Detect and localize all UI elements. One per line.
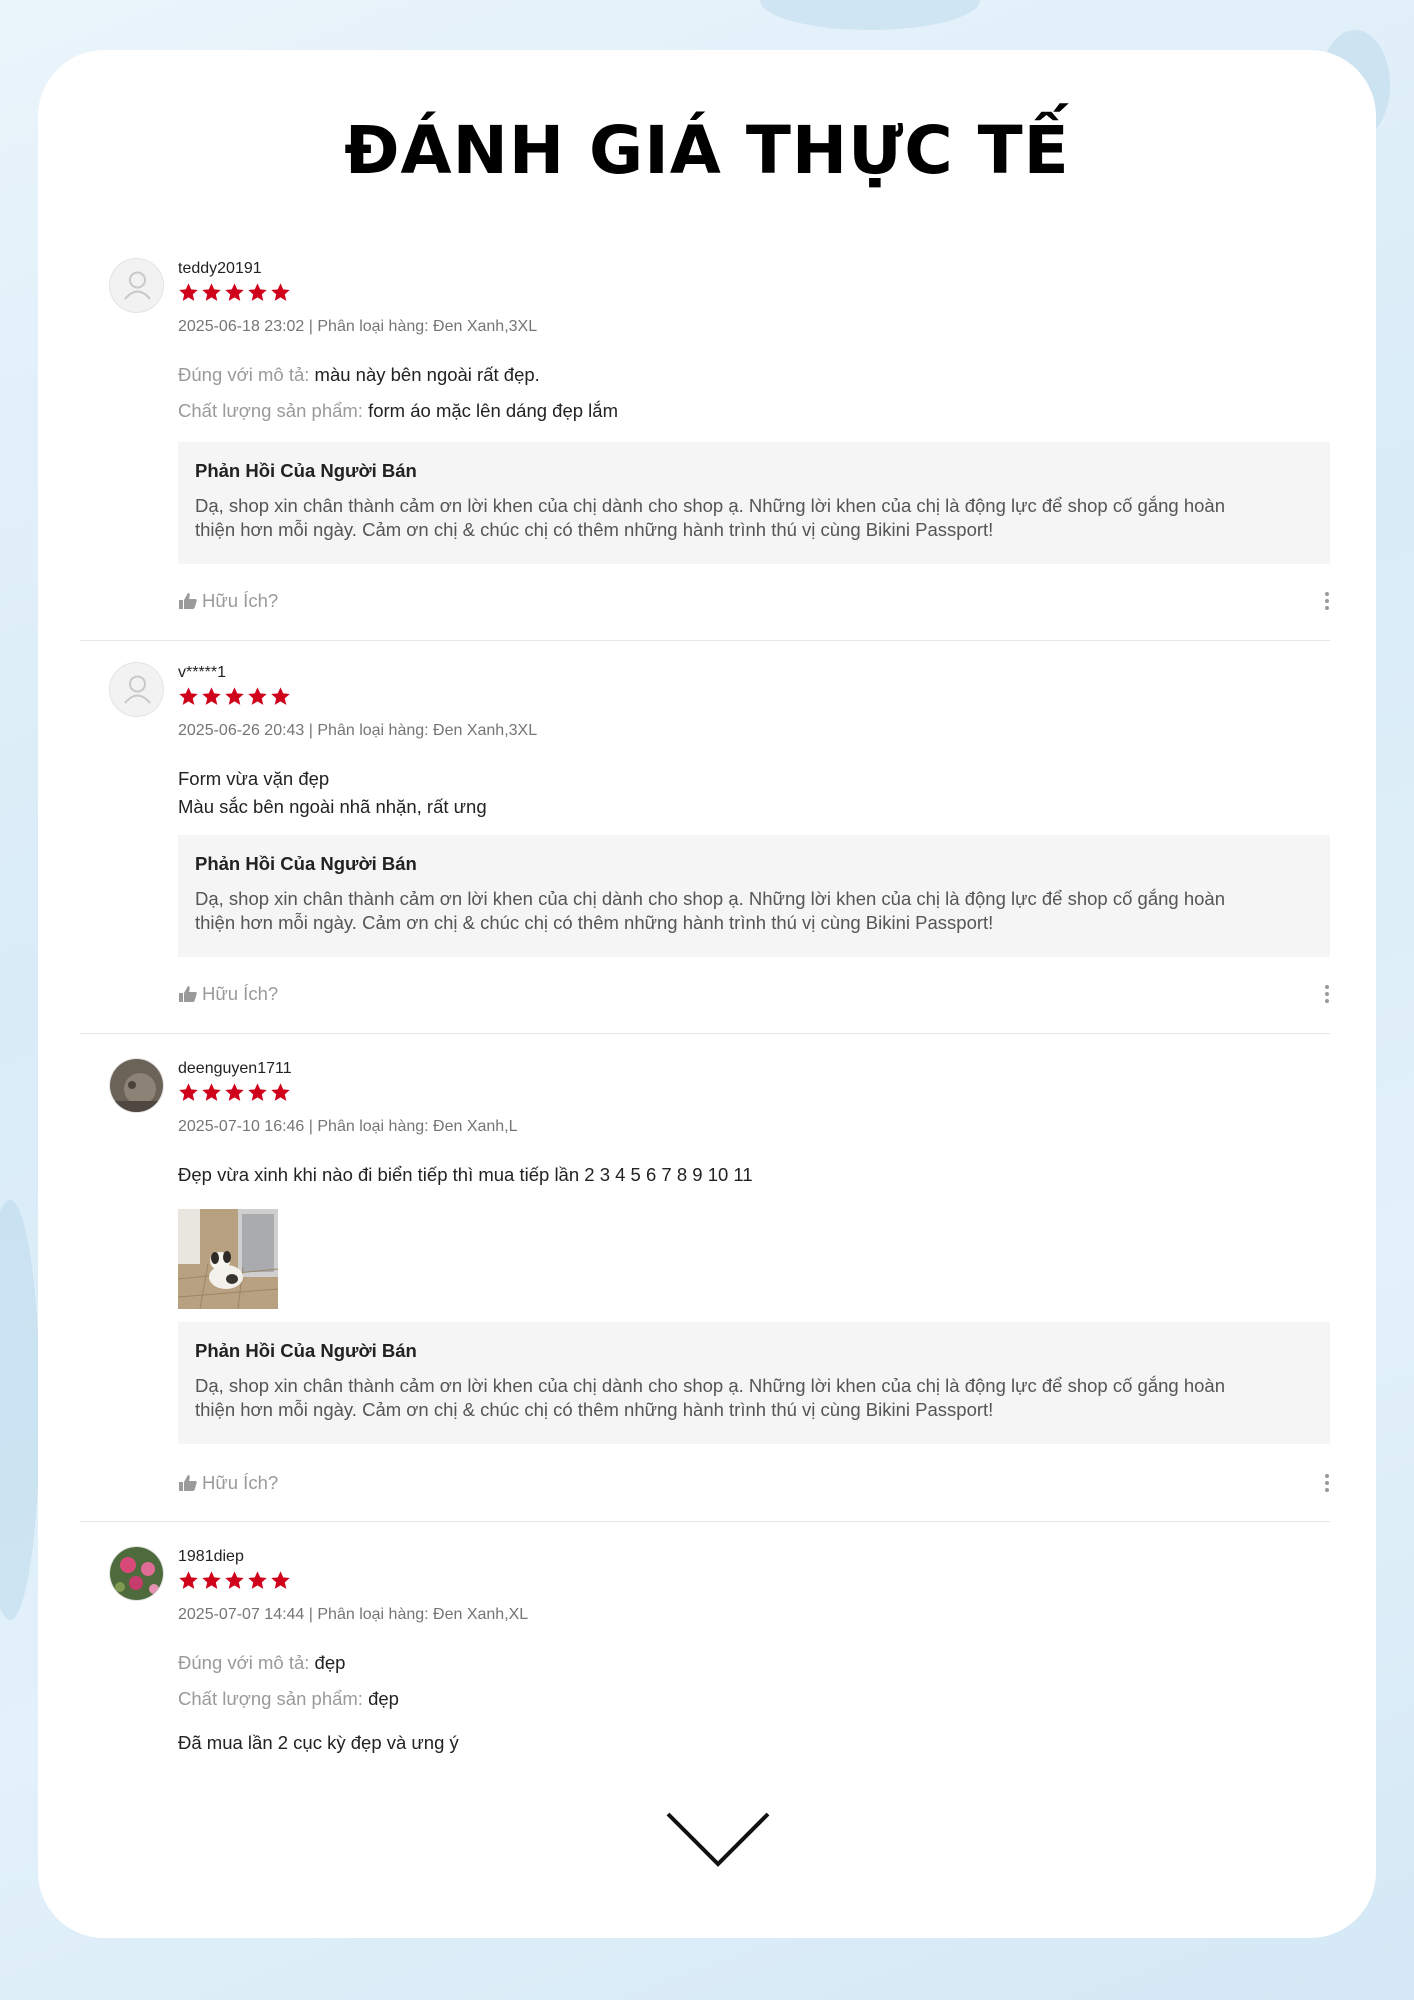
star-icon <box>225 1571 244 1589</box>
seller-reply-line: Dạ, shop xin chân thành cảm ơn lời khen … <box>195 495 1225 516</box>
background-splash <box>760 0 980 30</box>
review-line: Đúng với mô tả: màu này bên ngoài rất đẹ… <box>178 364 540 386</box>
helpful-label: Hữu Ích? <box>202 983 279 1004</box>
star-icon <box>271 1571 290 1589</box>
dog-photo <box>178 1209 278 1309</box>
review-username: v*****1 <box>178 664 227 681</box>
seller-reply-title: Phản Hồi Của Người Bán <box>195 460 417 481</box>
review-line-label: Chất lượng sản phẩm: <box>178 400 363 421</box>
rating-stars <box>178 1082 291 1106</box>
review-line-text: đẹp <box>314 1652 346 1673</box>
rating-stars <box>178 282 291 306</box>
seller-reply: Phản Hồi Của Người Bán Dạ, shop xin chân… <box>178 835 1330 957</box>
star-icon <box>202 1571 221 1589</box>
review-line-text: đẹp <box>368 1688 399 1709</box>
review-line-text: Form vừa vặn đẹp <box>178 768 330 789</box>
review-line-text: Màu sắc bên ngoài nhã nhặn, rất ưng <box>178 796 487 817</box>
star-icon <box>179 687 198 705</box>
review-line: Form vừa vặn đẹp <box>178 768 329 790</box>
review-line-label: Đúng với mô tả: <box>178 1652 310 1673</box>
seller-reply: Phản Hồi Của Người Bán Dạ, shop xin chân… <box>178 442 1330 564</box>
helpful-button[interactable]: Hữu Ích? <box>178 1472 278 1494</box>
star-icon <box>202 283 221 301</box>
star-icon <box>179 1571 198 1589</box>
review-item: deenguyen1711 2025-07-10 16:46 | Phân lo… <box>80 1028 1330 1518</box>
flower-avatar <box>110 1547 163 1600</box>
star-icon <box>225 687 244 705</box>
review-line: Chất lượng sản phẩm: đẹp <box>178 1688 399 1710</box>
seller-reply-title: Phản Hồi Của Người Bán <box>195 853 417 874</box>
thumbs-up-icon <box>179 593 197 609</box>
more-options-icon[interactable] <box>1324 1472 1330 1496</box>
star-icon <box>202 1083 221 1101</box>
helpful-label: Hữu Ích? <box>202 590 279 611</box>
seller-reply-text: Dạ, shop xin chân thành cảm ơn lời khen … <box>195 1374 1313 1422</box>
star-icon <box>248 687 267 705</box>
review-meta: 2025-07-10 16:46 | Phân loại hàng: Đen X… <box>178 1118 518 1135</box>
review-username: deenguyen1711 <box>178 1060 292 1077</box>
seller-reply: Phản Hồi Của Người Bán Dạ, shop xin chân… <box>178 1322 1330 1444</box>
star-icon <box>271 283 290 301</box>
review-username: teddy20191 <box>178 260 262 277</box>
review-line-label: Đúng với mô tả: <box>178 364 310 385</box>
review-username: 1981diep <box>178 1548 244 1565</box>
more-options-icon[interactable] <box>1324 983 1330 1007</box>
star-icon <box>179 1083 198 1101</box>
background-splash <box>0 1200 40 1620</box>
default-user-icon <box>124 271 151 300</box>
helpful-label: Hữu Ích? <box>202 1472 279 1493</box>
avatar[interactable] <box>109 662 164 717</box>
seller-reply-line: thiện hơn mỗi ngày. Cảm ơn chị & chúc ch… <box>195 519 994 540</box>
review-meta: 2025-07-07 14:44 | Phân loại hàng: Đen X… <box>178 1606 529 1623</box>
review-line: Chất lượng sản phẩm: form áo mặc lên dán… <box>178 400 618 422</box>
rating-stars <box>178 1570 291 1594</box>
seller-reply-text: Dạ, shop xin chân thành cảm ơn lời khen … <box>195 887 1313 935</box>
avatar[interactable] <box>109 1546 164 1601</box>
review-item: 1981diep 2025-07-07 14:44 | Phân loại hà… <box>80 1516 1330 1756</box>
seller-reply-text: Dạ, shop xin chân thành cảm ơn lời khen … <box>195 494 1313 542</box>
review-line-text: form áo mặc lên dáng đẹp lắm <box>368 400 618 421</box>
review-line-text: Đẹp vừa xinh khi nào đi biển tiếp thì mu… <box>178 1164 753 1185</box>
star-icon <box>225 1083 244 1101</box>
review-line: Đã mua lần 2 cục kỳ đẹp và ưng ý <box>178 1732 459 1754</box>
review-meta: 2025-06-26 20:43 | Phân loại hàng: Đen X… <box>178 722 538 739</box>
star-icon <box>202 687 221 705</box>
seller-reply-line: Dạ, shop xin chân thành cảm ơn lời khen … <box>195 1375 1225 1396</box>
rating-stars <box>178 686 291 710</box>
avatar[interactable] <box>109 1058 164 1113</box>
star-icon <box>271 1083 290 1101</box>
page-title: ĐÁNH GIÁ THỰC TẾ <box>344 112 1070 189</box>
review-item: v*****1 2025-06-26 20:43 | Phân loại hàn… <box>80 632 1330 1032</box>
seller-reply-line: thiện hơn mỗi ngày. Cảm ơn chị & chúc ch… <box>195 912 994 933</box>
thumbs-up-icon <box>179 1475 197 1491</box>
thumbs-up-icon <box>179 986 197 1002</box>
default-user-icon <box>124 675 151 704</box>
review-line-label: Chất lượng sản phẩm: <box>178 1688 363 1709</box>
star-icon <box>179 283 198 301</box>
review-item: teddy20191 2025-06-18 23:02 | Phân loại … <box>80 228 1330 640</box>
more-options-icon[interactable] <box>1324 590 1330 614</box>
review-line-text: Đã mua lần 2 cục kỳ đẹp và ưng ý <box>178 1732 459 1753</box>
seller-reply-line: Dạ, shop xin chân thành cảm ơn lời khen … <box>195 888 1225 909</box>
star-icon <box>271 687 290 705</box>
seller-reply-title: Phản Hồi Của Người Bán <box>195 1340 417 1361</box>
star-icon <box>225 283 244 301</box>
review-line: Đẹp vừa xinh khi nào đi biển tiếp thì mu… <box>178 1164 753 1186</box>
helpful-button[interactable]: Hữu Ích? <box>178 590 278 612</box>
helpful-button[interactable]: Hữu Ích? <box>178 983 278 1005</box>
review-line-text: màu này bên ngoài rất đẹp. <box>314 364 540 385</box>
star-icon <box>248 1083 267 1101</box>
star-icon <box>248 1571 267 1589</box>
review-photo[interactable] <box>178 1209 278 1309</box>
review-line: Màu sắc bên ngoài nhã nhặn, rất ưng <box>178 796 487 818</box>
avatar[interactable] <box>109 258 164 313</box>
photo-avatar <box>110 1059 163 1112</box>
star-icon <box>248 283 267 301</box>
review-line: Đúng với mô tả: đẹp <box>178 1652 345 1674</box>
seller-reply-line: thiện hơn mỗi ngày. Cảm ơn chị & chúc ch… <box>195 1399 994 1420</box>
review-meta: 2025-06-18 23:02 | Phân loại hàng: Đen X… <box>178 318 538 335</box>
chevron-down-icon[interactable] <box>666 1812 770 1868</box>
